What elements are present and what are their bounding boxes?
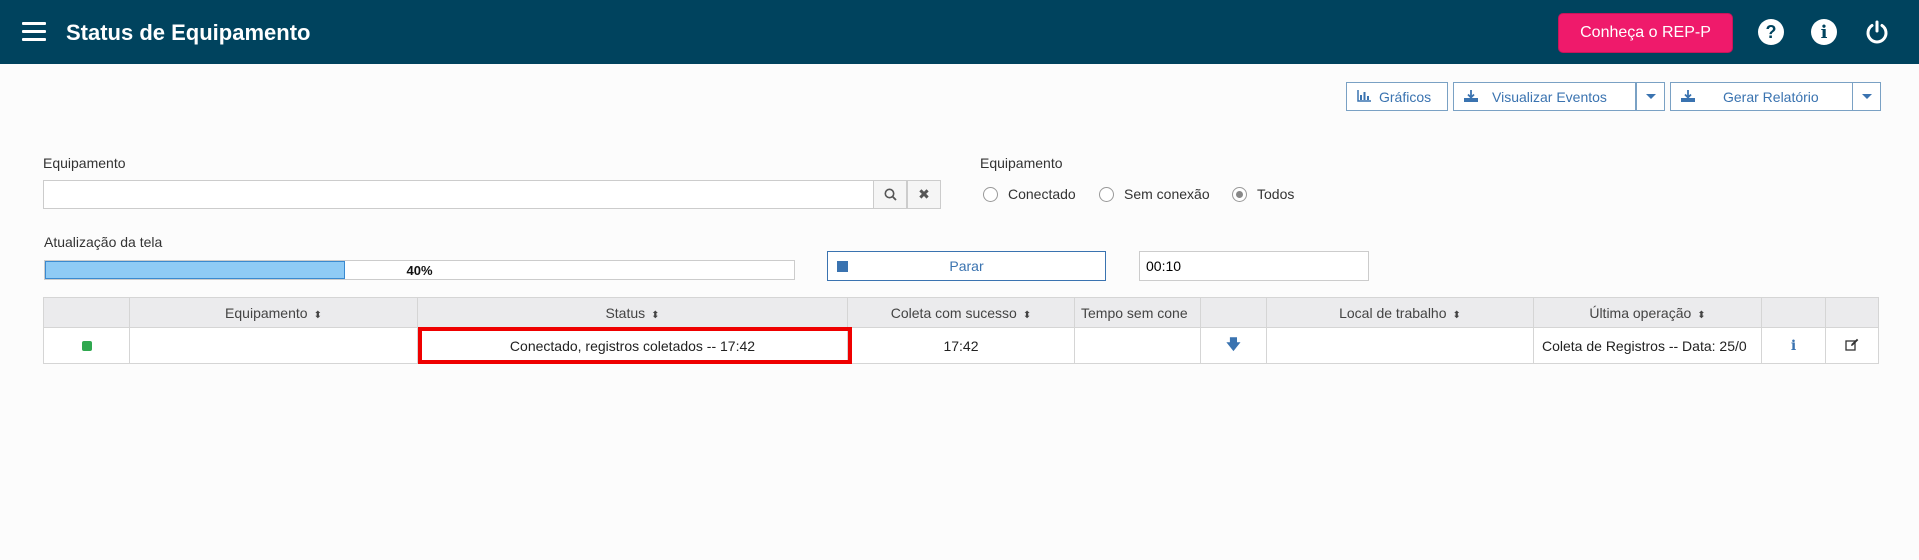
sort-icon: ⬍ [651, 309, 660, 321]
col-action-info [1761, 297, 1826, 328]
page-title: Status de Equipamento [66, 20, 311, 45]
menu-icon[interactable] [22, 22, 46, 42]
search-icon [884, 188, 897, 201]
col-action-edit [1825, 297, 1879, 328]
col-action-download [1200, 297, 1267, 328]
radio-label: Sem conexão [1124, 186, 1210, 202]
cell-status: Conectado, registros coletados -- 17:42 [417, 327, 848, 364]
col-ultima[interactable]: Última operação ⬍ [1533, 297, 1762, 328]
cell-equipamento [129, 327, 418, 364]
radio-group-label: Equipamento [980, 155, 1063, 171]
visualizar-eventos-button[interactable]: Visualizar Eventos [1453, 82, 1636, 111]
rep-p-button[interactable]: Conheça o REP-P [1558, 13, 1733, 53]
col-status-indicator [43, 297, 130, 328]
col-status[interactable]: Status ⬍ [417, 297, 848, 328]
progress-text: 40% [406, 263, 433, 278]
gerar-relatorio-label: Gerar Relatório [1723, 88, 1819, 105]
gerar-relatorio-dropdown[interactable] [1852, 82, 1881, 111]
sort-icon: ⬍ [1452, 309, 1461, 321]
col-coleta[interactable]: Coleta com sucesso ⬍ [847, 297, 1075, 328]
stop-icon [837, 261, 848, 272]
cell-local [1266, 327, 1534, 364]
arrow-down-icon[interactable]: 🡇 [1226, 336, 1240, 352]
radio-sem-conexao[interactable]: Sem conexão [1099, 186, 1210, 202]
radio-label: Todos [1257, 186, 1295, 202]
radio-label: Conectado [1008, 186, 1076, 202]
table-row[interactable]: Conectado, registros coletados -- 17:42 … [43, 327, 1879, 364]
graficos-label: Gráficos [1379, 88, 1432, 105]
cell-status-indicator [43, 327, 130, 364]
stop-button[interactable]: Parar [827, 251, 1106, 281]
chevron-down-icon [1861, 94, 1872, 99]
close-icon: ✖ [918, 186, 930, 202]
cell-info[interactable]: i [1761, 327, 1826, 364]
help-icon[interactable]: ? [1758, 19, 1784, 45]
table-header-row: Equipamento ⬍ Status ⬍ Coleta com sucesso ⬍… [43, 297, 1879, 328]
col-local[interactable]: Local de trabalho ⬍ [1266, 297, 1534, 328]
status-dot [81, 340, 92, 351]
top-bar: Status de Equipamento Conheça o REP-P ? … [0, 0, 1919, 64]
clear-button[interactable]: ✖ [907, 180, 941, 209]
refresh-label: Atualização da tela [44, 234, 163, 250]
bar-chart-icon [1357, 89, 1371, 105]
cell-download[interactable]: 🡇 [1200, 327, 1267, 364]
search-button[interactable] [873, 180, 907, 209]
download-icon [1464, 89, 1478, 105]
cell-tempo [1074, 327, 1201, 364]
col-equipamento[interactable]: Equipamento ⬍ [129, 297, 418, 328]
cell-coleta: 17:42 [847, 327, 1075, 364]
radio-conectado[interactable]: Conectado [983, 186, 1076, 202]
chevron-down-icon [1645, 94, 1656, 99]
info-icon[interactable]: i [1811, 19, 1837, 45]
visualizar-eventos-label: Visualizar Eventos [1492, 88, 1607, 105]
stop-label: Parar [949, 258, 984, 274]
radio-circle[interactable] [1232, 186, 1247, 202]
gerar-relatorio-button[interactable]: Gerar Relatório [1670, 82, 1853, 111]
refresh-progress-bar: 40% [44, 260, 795, 280]
download-icon [1681, 89, 1695, 105]
radio-circle[interactable] [983, 186, 998, 202]
graficos-button[interactable]: Gráficos [1346, 82, 1448, 111]
col-tempo[interactable]: Tempo sem cone [1074, 297, 1201, 328]
cell-edit[interactable] [1825, 327, 1879, 364]
refresh-interval-input[interactable] [1139, 251, 1369, 281]
radio-todos[interactable]: Todos [1232, 186, 1294, 202]
equipamento-input[interactable] [43, 180, 874, 209]
visualizar-eventos-dropdown[interactable] [1636, 82, 1665, 111]
equipment-table: Equipamento ⬍ Status ⬍ Coleta com sucesso ⬍… [43, 297, 1879, 364]
cell-ultima: Coleta de Registros -- Data: 25/0 [1533, 327, 1762, 364]
equipamento-label: Equipamento [43, 155, 126, 171]
radio-circle[interactable] [1099, 186, 1114, 202]
power-icon[interactable] [1864, 19, 1890, 45]
edit-icon[interactable] [1845, 338, 1859, 351]
info-icon[interactable]: i [1791, 338, 1796, 354]
sort-icon: ⬍ [1022, 309, 1032, 321]
sort-icon: ⬍ [1697, 309, 1706, 321]
sort-icon: ⬍ [313, 309, 322, 321]
